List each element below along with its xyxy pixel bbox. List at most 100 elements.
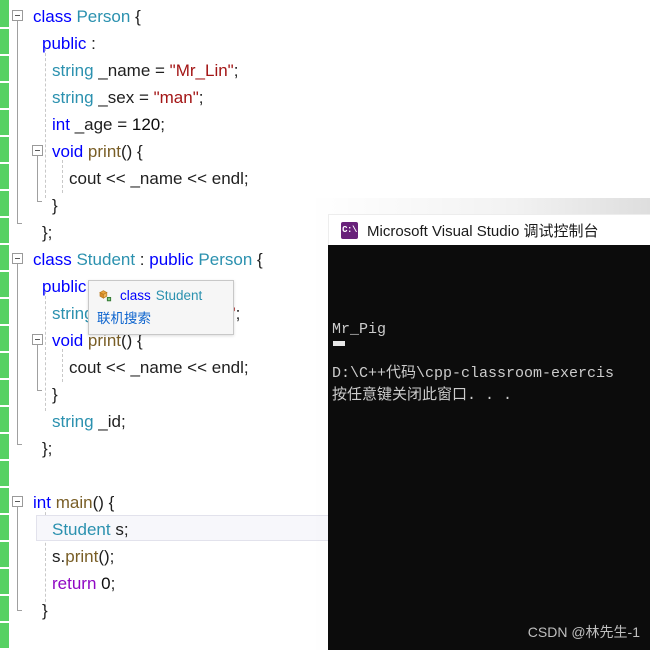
- code-token: }: [52, 385, 58, 404]
- console-app-icon: C:\: [341, 221, 358, 239]
- code-line[interactable]: string _id;: [52, 408, 126, 435]
- screenshot-root: class Person {public : string _name = "Mr…: [0, 0, 650, 650]
- tooltip-signature-row: class Student: [97, 286, 224, 306]
- code-token: :: [86, 34, 96, 53]
- code-token: ;: [110, 574, 116, 593]
- code-token: public: [42, 34, 87, 53]
- code-token: Student: [52, 520, 111, 539]
- code-token: 120: [131, 115, 161, 134]
- code-line[interactable]: void print() {: [52, 138, 143, 165]
- code-line[interactable]: public :: [42, 30, 96, 57]
- code-line[interactable]: string _sex = "man";: [52, 84, 203, 111]
- code-token: Student: [76, 250, 136, 269]
- code-token: cout: [69, 358, 106, 377]
- code-token: _name: [130, 358, 188, 377]
- code-token: endl: [211, 358, 244, 377]
- code-line[interactable]: s.print();: [52, 543, 114, 570]
- code-token: ;: [109, 547, 115, 566]
- console-title-bar[interactable]: C:\ Microsoft Visual Studio 调试控制台: [328, 214, 650, 245]
- code-token: _age: [69, 115, 118, 134]
- code-token: ;: [121, 412, 126, 431]
- code-line[interactable]: return 0;: [52, 570, 115, 597]
- code-token: =: [138, 88, 154, 107]
- code-line[interactable]: cout << _name << endl;: [69, 165, 249, 192]
- console-window-title: Microsoft Visual Studio 调试控制台: [367, 222, 599, 240]
- code-token: string: [52, 61, 94, 80]
- code-line[interactable]: string _name = "Mr_Lin";: [52, 57, 238, 84]
- code-line[interactable]: }: [52, 381, 58, 408]
- console-line: 按任意键关闭此窗口. . .: [332, 387, 513, 404]
- code-token: print: [87, 142, 121, 161]
- code-token: _name: [93, 61, 156, 80]
- code-token: int: [52, 115, 70, 134]
- code-token: <<: [187, 169, 212, 188]
- code-token: cout: [69, 169, 106, 188]
- code-token: };: [42, 439, 53, 458]
- code-line[interactable]: }: [52, 192, 58, 219]
- code-line[interactable]: class Person {: [33, 3, 141, 30]
- code-line[interactable]: class Student : public Person {: [33, 246, 263, 273]
- console-output[interactable]: Mr_Pig D:\C++代码\cpp-classroom-exercis 按任意…: [328, 245, 650, 650]
- code-token: <<: [105, 169, 131, 188]
- code-token: "Mr_Lin": [169, 61, 234, 80]
- code-token: int: [33, 493, 51, 512]
- console-app-icon-label: C:\: [342, 225, 357, 235]
- code-line[interactable]: int _age = 120;: [52, 111, 165, 138]
- code-token: s: [110, 520, 124, 539]
- code-line[interactable]: Student s;: [52, 516, 129, 543]
- code-token: string: [52, 412, 94, 431]
- code-token: class: [33, 250, 72, 269]
- watermark: CSDN @林先生-1: [527, 624, 640, 640]
- code-token: ;: [235, 304, 241, 323]
- code-token: return: [52, 574, 97, 593]
- code-token: _sex: [93, 88, 139, 107]
- console-window[interactable]: C:\ Microsoft Visual Studio 调试控制台 Mr_Pig…: [328, 214, 650, 650]
- code-token: print: [65, 547, 99, 566]
- code-token: }: [42, 601, 48, 620]
- code-token: public: [42, 277, 87, 296]
- code-token: <<: [187, 358, 212, 377]
- console-line: D:\C++代码\cpp-classroom-exercis: [332, 365, 615, 382]
- code-token: ;: [160, 115, 165, 134]
- code-token: main: [55, 493, 93, 512]
- quick-info-tooltip[interactable]: class Student 联机搜索: [88, 280, 234, 335]
- code-token: }: [52, 196, 58, 215]
- code-token: {: [252, 250, 263, 269]
- code-token: <<: [105, 358, 131, 377]
- code-token: "man": [153, 88, 199, 107]
- code-token: public: [149, 250, 194, 269]
- code-line[interactable]: };: [42, 435, 52, 462]
- code-token: ;: [198, 88, 204, 107]
- code-token: ;: [243, 169, 249, 188]
- code-token: s.: [52, 547, 66, 566]
- code-token: () {: [121, 142, 143, 161]
- code-token: {: [130, 7, 141, 26]
- code-token: };: [42, 223, 53, 242]
- code-token: _name: [130, 169, 188, 188]
- code-token: _id: [93, 412, 121, 431]
- code-token: Person: [198, 250, 253, 269]
- code-token: (): [98, 547, 110, 566]
- console-line: Mr_Pig: [332, 321, 387, 338]
- code-token: =: [117, 115, 132, 134]
- code-line[interactable]: }: [42, 597, 48, 624]
- online-search-link[interactable]: 联机搜索: [97, 308, 224, 329]
- code-token: ;: [123, 520, 129, 539]
- tooltip-keyword: class: [120, 288, 151, 303]
- code-token: ;: [243, 358, 249, 377]
- code-token: 0: [101, 574, 111, 593]
- code-line[interactable]: };: [42, 219, 52, 246]
- code-token: () {: [92, 493, 115, 512]
- code-token: endl: [211, 169, 244, 188]
- tooltip-type-name: Student: [155, 288, 203, 303]
- class-icon: [97, 288, 113, 304]
- code-token: Person: [76, 7, 131, 26]
- code-token: class: [33, 7, 72, 26]
- code-token: :: [135, 250, 150, 269]
- code-line[interactable]: cout << _name << endl;: [69, 354, 249, 381]
- code-token: =: [155, 61, 170, 80]
- code-line[interactable]: int main() {: [33, 489, 114, 516]
- code-token: void: [52, 331, 84, 350]
- code-token: ;: [233, 61, 239, 80]
